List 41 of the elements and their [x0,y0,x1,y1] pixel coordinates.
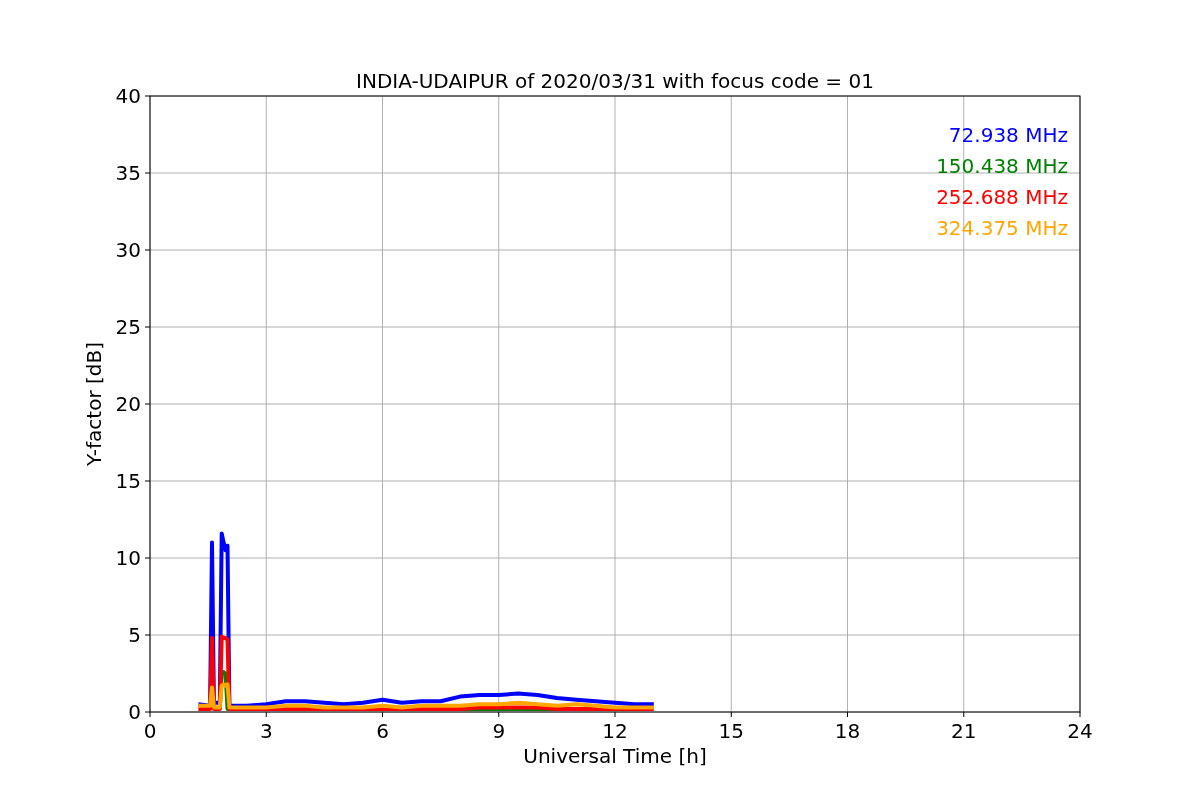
tick-label: 25 [115,315,141,339]
tick-mark [144,634,151,636]
tick-mark [265,711,267,718]
tick-mark [144,172,151,174]
tick-mark [144,403,151,405]
tick-label: 0 [143,719,157,743]
tick-mark [382,711,383,718]
axis-title: Y-factor [dB] [82,342,106,466]
tick-mark [144,249,151,251]
tick-label: 15 [718,719,744,743]
tick-mark [144,95,151,97]
tick-mark [144,557,151,559]
tick-mark [1079,711,1081,718]
tick-label: 20 [115,392,141,416]
tick-label: 24 [1067,719,1093,743]
tick-label: 10 [115,546,141,570]
tick-label: 5 [128,623,141,647]
tick-label: 30 [115,238,141,262]
tick-mark [847,711,848,718]
axis-title: Universal Time [h] [523,744,707,768]
tick-label: 40 [115,84,141,108]
legend-label: 72.938 MHz [948,123,1068,147]
tick-label: 15 [115,469,141,493]
legend-label: 150.438 MHz [936,154,1068,178]
tick-label: 6 [376,719,389,743]
legend-label: 252.688 MHz [936,185,1068,209]
tick-mark [144,480,151,482]
tick-mark [614,711,616,718]
tick-label: 3 [259,719,273,743]
tick-label: 12 [602,719,628,743]
tick-label: 9 [492,719,506,743]
tick-label: 21 [951,719,977,743]
tick-mark [498,711,500,718]
tick-label: 35 [115,161,141,185]
tick-mark [144,326,151,328]
tick-label: 0 [128,700,141,724]
legend-label: 324.375 MHz [936,216,1068,240]
chart-title: INDIA-UDAIPUR of 2020/03/31 with focus code = 01 [356,69,874,93]
tick-label: 18 [834,719,861,743]
tick-mark [730,711,732,718]
tick-mark [963,711,965,718]
